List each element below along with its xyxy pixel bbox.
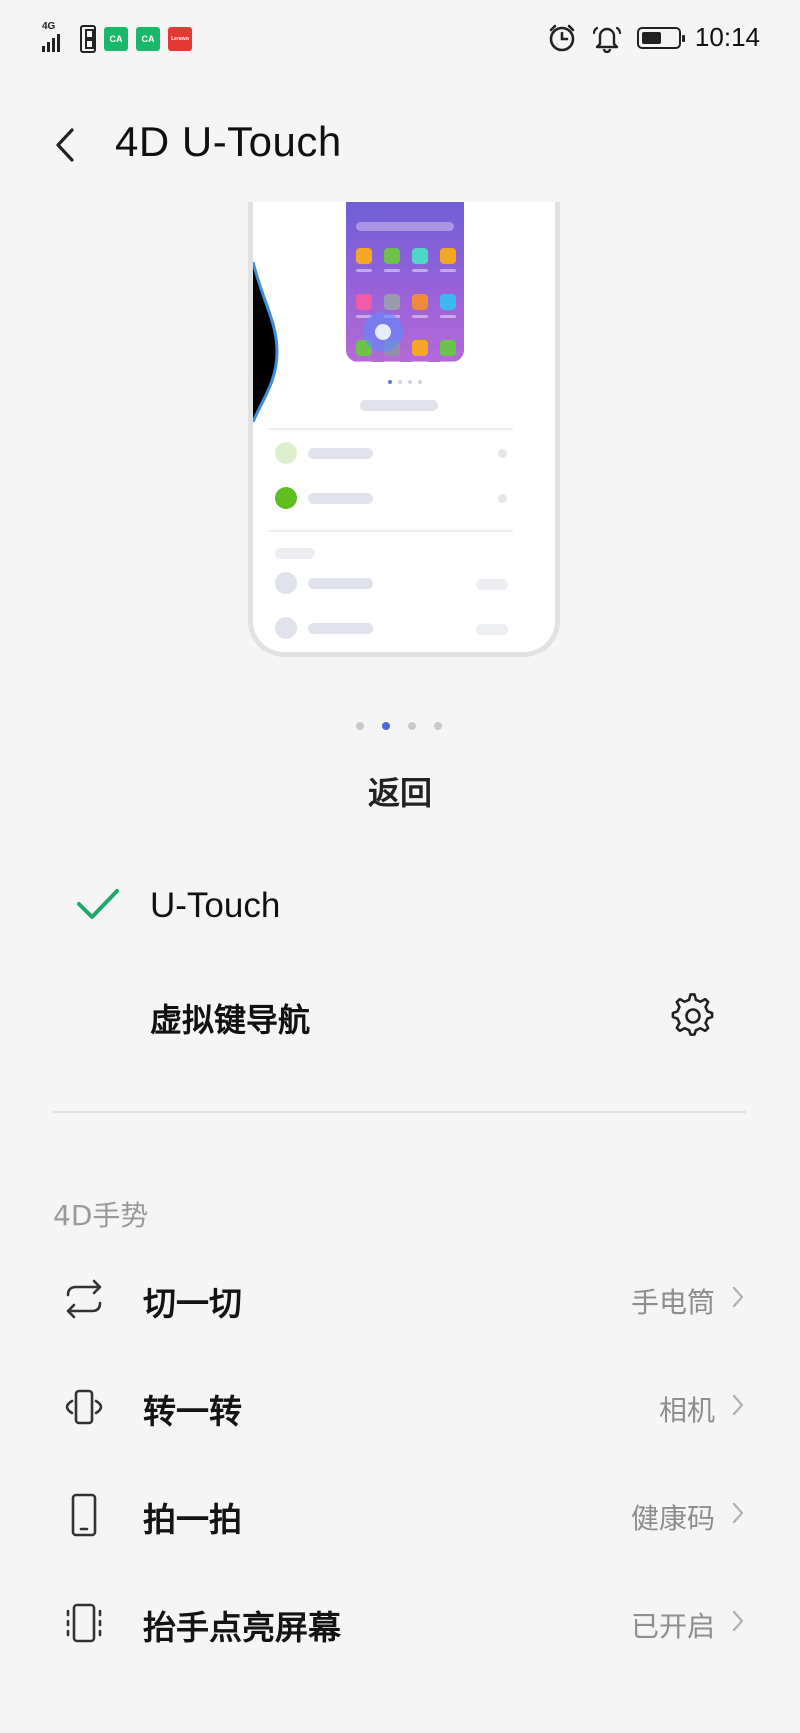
divider — [53, 1111, 746, 1113]
check-icon — [77, 889, 119, 919]
phone-mockup — [248, 202, 560, 657]
back-button[interactable] — [40, 120, 90, 170]
gesture-name: 抬手点亮屏幕 — [143, 1608, 341, 1647]
page-title: 4D U-Touch — [115, 118, 342, 165]
illustration-caption: 返回 — [367, 774, 432, 812]
clock: 10:14 — [694, 22, 760, 52]
battery-icon — [636, 26, 685, 49]
carousel-pager[interactable] — [356, 722, 442, 730]
gesture-name: 转一转 — [143, 1392, 242, 1431]
option-u-touch[interactable]: U-Touch — [0, 860, 800, 956]
gesture-value: 相机 — [658, 1394, 715, 1427]
alarm-icon — [549, 24, 575, 51]
chevron-right-icon — [732, 1610, 744, 1632]
pager-dot[interactable] — [434, 722, 442, 730]
status-bar: 4G CA CA Lenovo 10:14 — [0, 0, 800, 80]
app-notification-icon: CA — [136, 27, 160, 51]
gesture-row-rotate[interactable]: 转一转 相机 — [0, 1353, 800, 1461]
status-right: 10:14 — [547, 22, 760, 53]
gesture-row-chop[interactable]: 切一切 手电筒 — [0, 1245, 800, 1353]
rotate-phone-icon — [65, 1389, 103, 1425]
network-type: 4G — [42, 21, 56, 32]
app-folder-preview — [346, 202, 464, 364]
option-virtual-keys[interactable]: 虚拟键导航 — [0, 967, 800, 1063]
gesture-value: 手电筒 — [630, 1286, 715, 1319]
gesture-name: 切一切 — [143, 1284, 242, 1323]
pager-dot-active[interactable] — [382, 722, 390, 730]
gesture-value: 已开启 — [630, 1610, 715, 1643]
swap-arrows-icon — [66, 1279, 102, 1319]
raise-wake-icon — [66, 1603, 102, 1643]
back-arrow-icon — [56, 128, 74, 162]
option-label: 虚拟键导航 — [150, 1001, 311, 1039]
bell-icon — [592, 26, 622, 53]
chevron-right-icon — [732, 1502, 744, 1524]
chevron-right-icon — [732, 1394, 744, 1416]
pager-dot[interactable] — [356, 722, 364, 730]
gesture-row-raise-to-wake[interactable]: 抬手点亮屏幕 已开启 — [0, 1569, 800, 1677]
status-left: 4G CA CA Lenovo — [42, 21, 192, 54]
section-title-4d-gestures: 4D手势 — [53, 1199, 149, 1232]
gesture-value: 健康码 — [630, 1502, 715, 1535]
gear-icon[interactable] — [670, 993, 716, 1039]
pager-dot[interactable] — [408, 722, 416, 730]
chevron-right-icon — [732, 1286, 744, 1308]
signal-icon: 4G — [42, 21, 72, 54]
gesture-illustration — [240, 202, 560, 664]
gesture-row-tap[interactable]: 拍一拍 健康码 — [0, 1461, 800, 1569]
phone-tap-icon — [71, 1493, 97, 1537]
app-notification-icon: CA — [104, 27, 128, 51]
edge-swipe-graphic — [253, 262, 279, 422]
lenovo-notification-icon: Lenovo — [168, 27, 192, 51]
sim-icon — [80, 25, 96, 53]
option-label: U-Touch — [150, 886, 281, 925]
touch-point — [363, 312, 403, 352]
gesture-name: 拍一拍 — [143, 1500, 242, 1539]
